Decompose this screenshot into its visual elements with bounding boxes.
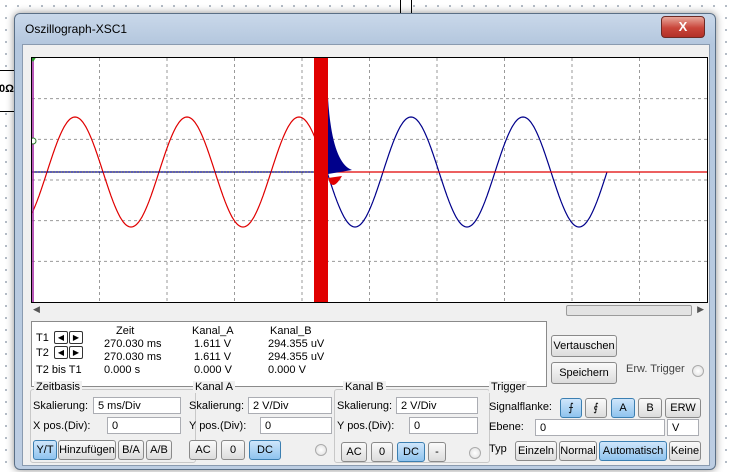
cursor-readout: Zeit Kanal_A Kanal_B T1 ◀ ▶ 270.030 ms 1…: [31, 321, 547, 387]
cursor-marker: [29, 137, 37, 145]
t2-zeit: 270.030 ms: [104, 351, 162, 363]
mode-yt-button[interactable]: Y/T: [33, 440, 57, 460]
kanal-b-title: Kanal B: [343, 381, 386, 393]
oscilloscope-window: Oszillograph-XSC1 X ◀ ▶ Zeit Kanal_A Kan…: [14, 13, 716, 470]
t2-left-arrow-icon[interactable]: ◀: [54, 346, 68, 359]
delta-kanal-b: 0.000 V: [268, 364, 306, 376]
trigger-edge-label: Signalflanke:: [489, 401, 552, 413]
trigger-type-label: Typ: [489, 443, 507, 455]
save-button[interactable]: Speichern: [551, 362, 617, 384]
swap-button[interactable]: Vertauschen: [551, 335, 617, 357]
scroll-left-icon[interactable]: ◀: [33, 304, 40, 315]
t1-kanal-b: 294.355 uV: [268, 338, 325, 350]
kanal-b-scale-label: Skalierung:: [337, 400, 393, 412]
zeitbasis-xpos-label: X pos.(Div):: [33, 420, 91, 432]
zeitbasis-xpos-field[interactable]: 0: [107, 417, 181, 434]
schematic-wire: [400, 0, 412, 14]
kanal-a-scale-label: Skalierung:: [189, 400, 245, 412]
scroll-right-icon[interactable]: ▶: [697, 304, 704, 315]
t1-zeit: 270.030 ms: [104, 338, 162, 350]
window-client: ◀ ▶ Zeit Kanal_A Kanal_B T1 ◀ ▶ 270.030 …: [22, 44, 710, 466]
trigger-level-field[interactable]: 0: [535, 419, 665, 436]
kanal-b-radio[interactable]: [469, 447, 481, 459]
channel-b-spike: [328, 98, 352, 174]
kanal-a-dc-button[interactable]: DC: [249, 440, 281, 460]
mode-ba-button[interactable]: B/A: [118, 440, 144, 460]
kanal-b-dc-button[interactable]: DC: [397, 442, 425, 462]
mode-add-button[interactable]: Hinzufügen: [58, 440, 116, 460]
delta-kanal-a: 0.000 V: [194, 364, 232, 376]
edge-rising-icon[interactable]: ⨍: [560, 398, 582, 418]
trigger-level-unit[interactable]: V: [667, 419, 699, 436]
kanal-b-minus-button[interactable]: -: [428, 442, 446, 462]
trigger-single-button[interactable]: Einzeln: [515, 441, 557, 461]
t2-kanal-b: 294.355 uV: [268, 351, 325, 363]
kanal-a-radio[interactable]: [315, 444, 327, 456]
header-zeit: Zeit: [116, 325, 135, 337]
row-label-t2: T2: [36, 347, 49, 359]
trigger-source-ext[interactable]: ERW: [665, 398, 701, 418]
header-kanal-a: Kanal_A: [192, 325, 234, 337]
trigger-normal-button[interactable]: Normal: [559, 441, 597, 461]
kanal-b-ac-button[interactable]: AC: [341, 442, 367, 462]
zeitbasis-scale-field[interactable]: 5 ms/Div: [93, 397, 181, 414]
trigger-none-button[interactable]: Keine: [669, 441, 701, 461]
row-label-t1: T1: [36, 332, 49, 344]
ext-trigger-radio[interactable]: [692, 365, 704, 377]
close-button[interactable]: X: [661, 16, 705, 38]
trigger-source-b[interactable]: B: [638, 398, 662, 418]
kanal-b-zero-button[interactable]: 0: [371, 442, 393, 462]
trigger-level-label: Ebene:: [489, 421, 524, 433]
trigger-title: Trigger: [489, 381, 528, 393]
t2-kanal-a: 1.611 V: [194, 351, 232, 363]
kanal-a-ypos-label: Y pos.(Div):: [189, 420, 247, 432]
row-label-delta: T2 bis T1: [36, 364, 82, 376]
ext-trigger-label: Erw. Trigger: [626, 363, 685, 375]
kanal-b-ypos-label: Y pos.(Div):: [337, 420, 395, 432]
kanal-a-ypos-field[interactable]: 0: [260, 417, 332, 434]
trigger-source-a[interactable]: A: [611, 398, 635, 418]
horizontal-scrollbar[interactable]: ◀ ▶: [31, 304, 706, 316]
kanal-a-title: Kanal A: [193, 381, 235, 393]
kanal-a-zero-button[interactable]: 0: [221, 440, 245, 460]
t1-right-arrow-icon[interactable]: ▶: [69, 331, 83, 344]
kanal-b-scale-field[interactable]: 2 V/Div: [396, 397, 478, 414]
kanal-a-ac-button[interactable]: AC: [189, 440, 217, 460]
scroll-thumb[interactable]: [566, 305, 692, 316]
oscilloscope-screen: [29, 56, 708, 303]
header-kanal-b: Kanal_B: [270, 325, 312, 337]
edge-falling-icon[interactable]: ⨐: [585, 398, 607, 418]
cursor-top-icon: [29, 56, 37, 62]
t2-right-arrow-icon[interactable]: ▶: [69, 346, 83, 359]
kanal-a-scale-field[interactable]: 2 V/Div: [248, 397, 332, 414]
channel-a-spike: [328, 176, 342, 186]
zeitbasis-title: Zeitbasis: [34, 381, 83, 393]
trigger-auto-button[interactable]: Automatisch: [599, 441, 667, 461]
switching-burst: [314, 58, 328, 302]
t1-left-arrow-icon[interactable]: ◀: [54, 331, 68, 344]
t1-kanal-a: 1.611 V: [194, 338, 232, 350]
kanal-b-ypos-field[interactable]: 0: [409, 417, 478, 434]
scope-display: [29, 56, 707, 302]
mode-ab-button[interactable]: A/B: [146, 440, 172, 460]
delta-zeit: 0.000 s: [104, 364, 141, 376]
window-title: Oszillograph-XSC1: [25, 22, 128, 36]
zeitbasis-scale-label: Skalierung:: [33, 400, 89, 412]
